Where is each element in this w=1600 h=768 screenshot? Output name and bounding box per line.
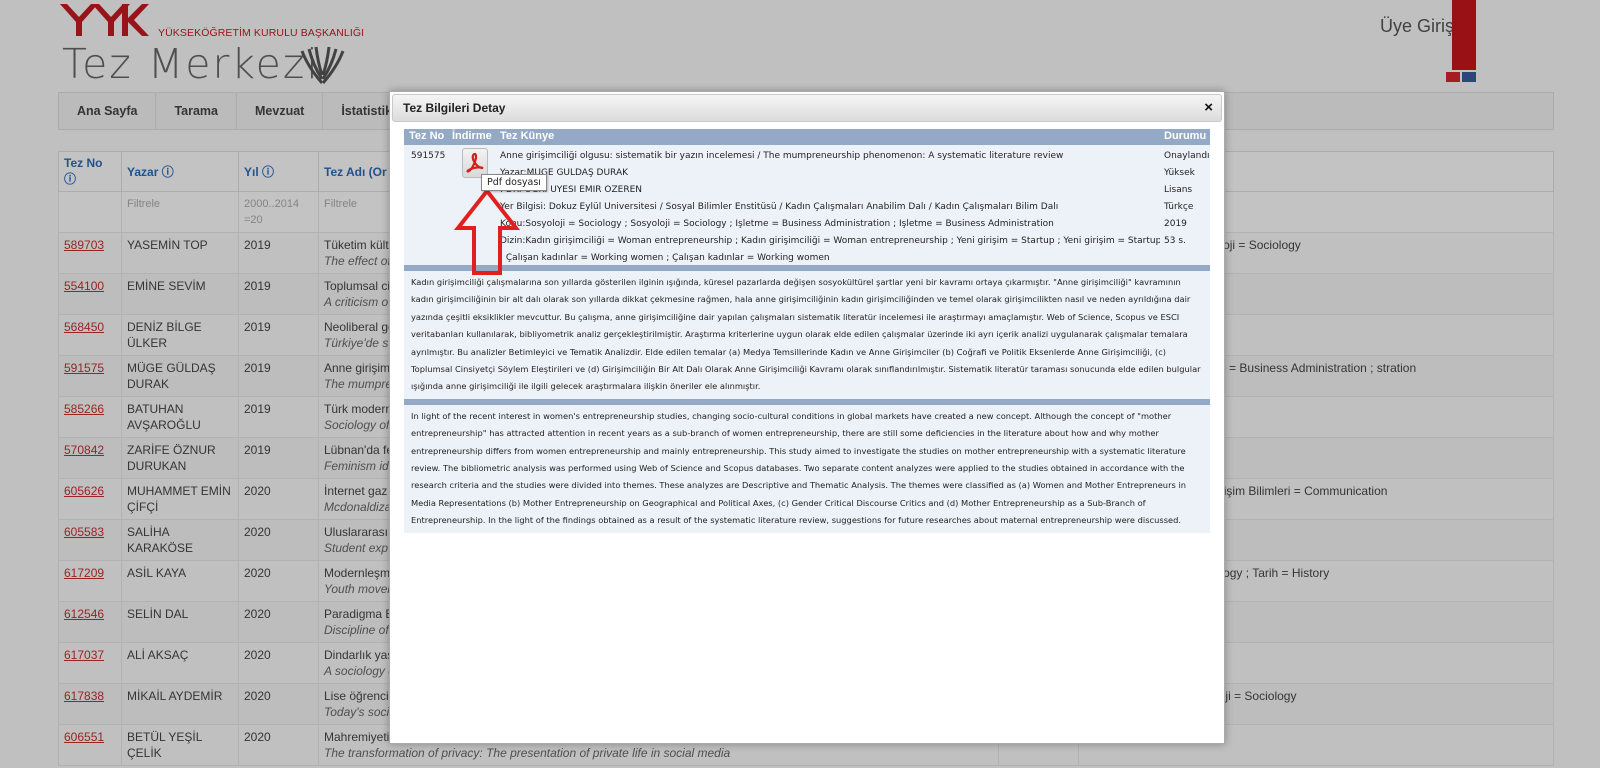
dialog-titlebar[interactable]: Tez Bilgileri Detay × bbox=[392, 94, 1222, 122]
col-durum-head: Durumu bbox=[1164, 130, 1207, 142]
detail-table: Tez No İndirme Tez Künye Durumu 591575 A… bbox=[404, 129, 1210, 533]
kunye-index: Dizin:Kadın girişimciliği = Woman entrep… bbox=[500, 236, 1160, 246]
abstract-english: In light of the recent interest in women… bbox=[404, 404, 1210, 533]
status-degree-cont: Lisans bbox=[1164, 185, 1193, 195]
dialog-title: Tez Bilgileri Detay bbox=[403, 101, 506, 115]
status-degree: Yüksek bbox=[1164, 168, 1195, 178]
up-arrow-annotation bbox=[454, 188, 520, 275]
kunye-location: Yer Bilgisi: Dokuz Eylül Üniversitesi / … bbox=[500, 202, 1059, 212]
detail-header: Tez No İndirme Tez Künye Durumu bbox=[404, 129, 1210, 145]
kunye-advisor: : DR. ÖĞR. ÜYESİ EMİR ÖZEREN bbox=[500, 185, 643, 195]
pdf-icon bbox=[466, 153, 484, 173]
status-language: Türkçe bbox=[1164, 202, 1194, 212]
kunye-index-cont: ; Çalışan kadınlar = Working women ; Çal… bbox=[500, 253, 830, 263]
kunye-title: Anne girişimciliği olgusu: sistematik bi… bbox=[500, 151, 1064, 161]
thesis-detail-dialog: Tez Bilgileri Detay × Tez No İndirme Tez… bbox=[389, 91, 1225, 744]
status-approval: Onaylandı bbox=[1164, 151, 1210, 161]
detail-body: 591575 Anne girişimciliği olgusu: sistem… bbox=[404, 145, 1210, 275]
col-tezno-head: Tez No bbox=[409, 130, 445, 142]
col-kunye-head: Tez Künye bbox=[500, 130, 555, 142]
status-year: 2019 bbox=[1164, 219, 1187, 229]
pdf-tooltip: Pdf dosyası bbox=[481, 174, 547, 191]
abstract-turkish: Kadın girişimciliği çalışmalarına son yı… bbox=[404, 271, 1210, 399]
status-pages: 53 s. bbox=[1164, 236, 1186, 246]
close-button[interactable]: × bbox=[1204, 100, 1213, 116]
thesis-number: 591575 bbox=[411, 151, 446, 161]
col-indirme-head: İndirme bbox=[452, 130, 492, 142]
kunye-author: Yazar:MÜGE GÜLDAŞ DURAK bbox=[500, 168, 629, 178]
kunye-subject: Konu:Sosyoloji = Sociology ; Sosyoloji =… bbox=[500, 219, 1054, 229]
